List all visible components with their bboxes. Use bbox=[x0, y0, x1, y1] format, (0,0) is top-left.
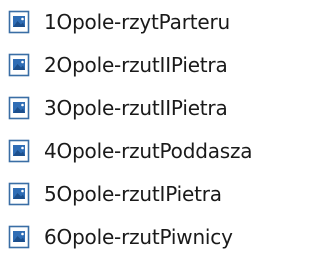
file-item[interactable]: 2Opole-rzutIIPietra bbox=[0, 45, 311, 85]
file-item[interactable]: 3Opole-rzutIIPietra bbox=[0, 88, 311, 128]
file-name: 6Opole-rzutPiwnicy bbox=[44, 225, 233, 249]
image-file-icon bbox=[8, 182, 30, 206]
file-name: 2Opole-rzutIIPietra bbox=[44, 53, 228, 77]
file-item[interactable]: 6Opole-rzutPiwnicy bbox=[0, 217, 311, 257]
file-name: 5Opole-rzutIPietra bbox=[44, 182, 222, 206]
image-file-icon bbox=[8, 53, 30, 77]
file-item[interactable]: 1Opole-rzytParteru bbox=[0, 2, 311, 42]
image-file-icon bbox=[8, 225, 30, 249]
image-file-icon bbox=[8, 10, 30, 34]
file-list: 1Opole-rzytParteru 2Opole-rzutIIPietra 3… bbox=[0, 0, 311, 264]
file-item[interactable]: 4Opole-rzutPoddasza bbox=[0, 131, 311, 171]
file-name: 3Opole-rzutIIPietra bbox=[44, 96, 228, 120]
file-item[interactable]: 5Opole-rzutIPietra bbox=[0, 174, 311, 214]
image-file-icon bbox=[8, 139, 30, 163]
image-file-icon bbox=[8, 96, 30, 120]
file-name: 1Opole-rzytParteru bbox=[44, 10, 230, 34]
file-name: 4Opole-rzutPoddasza bbox=[44, 139, 253, 163]
